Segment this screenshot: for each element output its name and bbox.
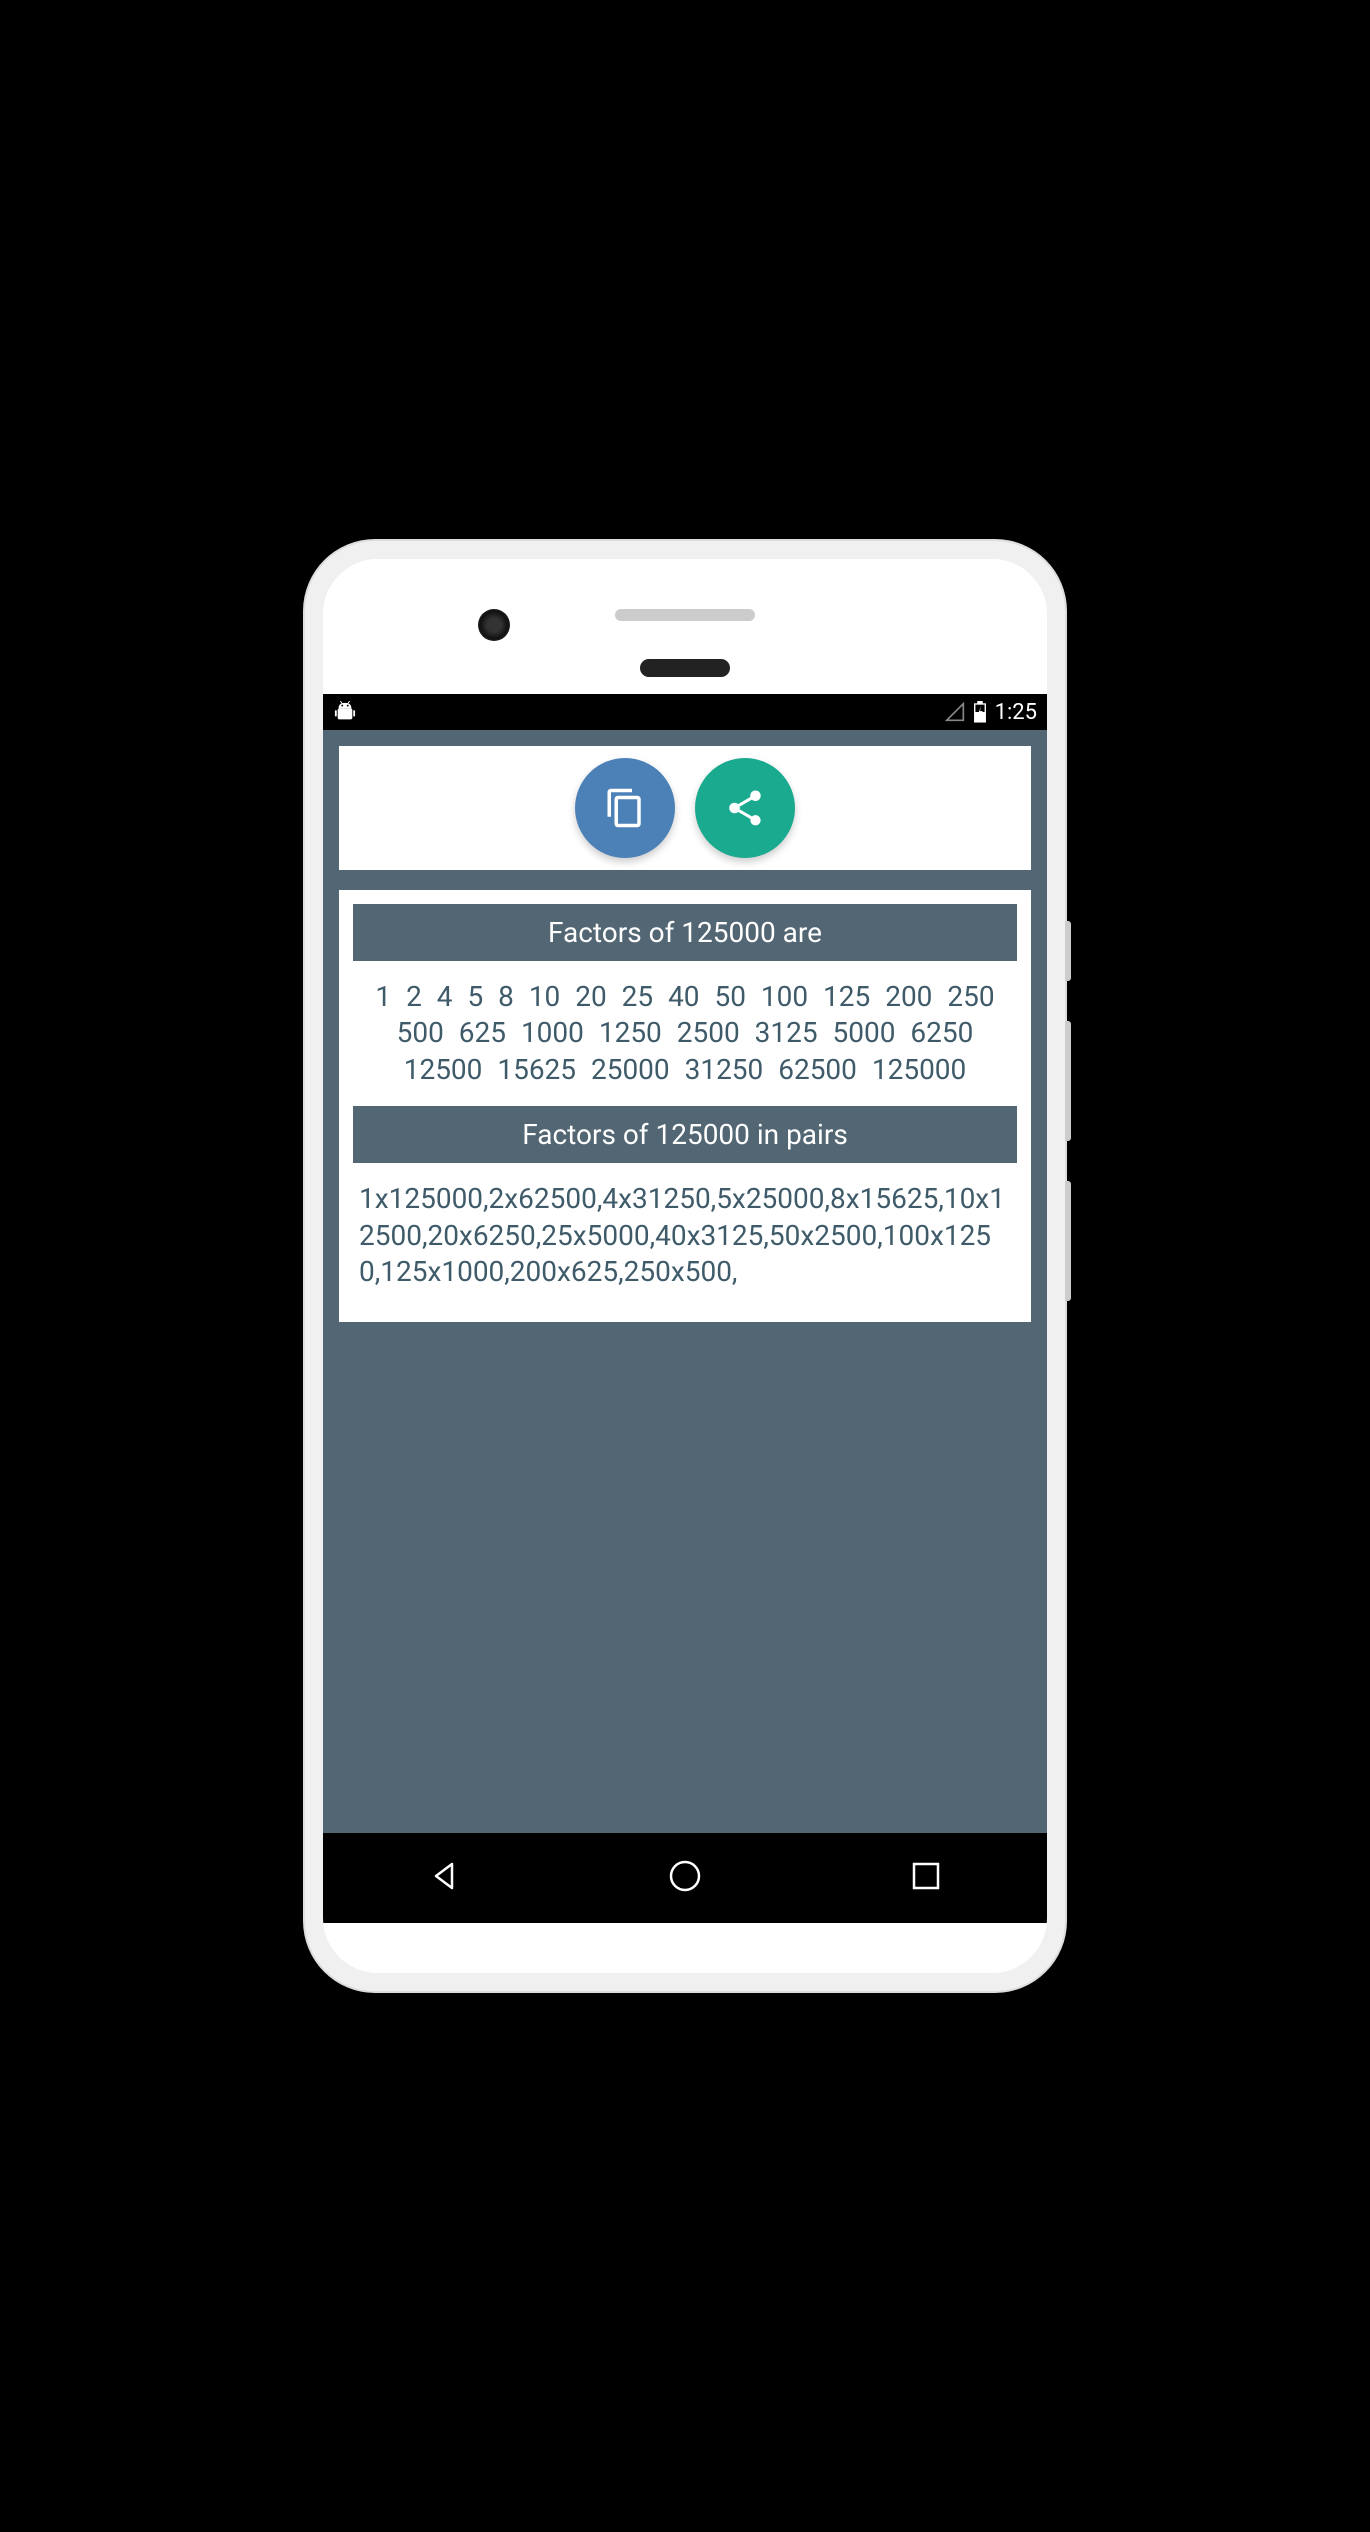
earpiece-icon	[640, 659, 730, 677]
home-icon	[665, 1856, 705, 1896]
status-time: 1:25	[995, 700, 1037, 725]
status-bar: 1:25	[323, 694, 1047, 730]
back-icon	[424, 1856, 464, 1896]
app-content: Factors of 125000 are 1 2 4 5 8 10 20 25…	[323, 730, 1047, 1833]
navigation-bar	[323, 1833, 1047, 1923]
signal-icon	[945, 702, 965, 722]
share-button[interactable]	[695, 758, 795, 858]
copy-icon	[604, 787, 646, 829]
pairs-header: Factors of 125000 in pairs	[353, 1106, 1017, 1163]
speaker-icon	[615, 609, 755, 621]
results-card: Factors of 125000 are 1 2 4 5 8 10 20 25…	[333, 884, 1037, 1328]
phone-bezel-bottom	[323, 1923, 1047, 1973]
home-button[interactable]	[665, 1856, 705, 1900]
pairs-list: 1x125000,2x62500,4x31250,5x25000,8x15625…	[353, 1163, 1017, 1308]
recent-button[interactable]	[906, 1856, 946, 1900]
phone-screen: 1:25 Factors of 125000 are 1 2	[323, 559, 1047, 1973]
camera-icon	[478, 609, 510, 641]
android-icon	[333, 701, 357, 723]
volume-down-button[interactable]	[1065, 1181, 1071, 1301]
factors-list: 1 2 4 5 8 10 20 25 40 50 100 125 200 250…	[353, 961, 1017, 1106]
volume-up-button[interactable]	[1065, 1021, 1071, 1141]
power-button[interactable]	[1065, 921, 1071, 981]
copy-button[interactable]	[575, 758, 675, 858]
phone-bezel-top	[323, 559, 1047, 694]
back-button[interactable]	[424, 1856, 464, 1900]
factors-header: Factors of 125000 are	[353, 904, 1017, 961]
recent-icon	[906, 1856, 946, 1896]
phone-frame: 1:25 Factors of 125000 are 1 2	[305, 541, 1065, 1991]
battery-charging-icon	[973, 701, 987, 723]
share-icon	[724, 787, 766, 829]
toolbar	[333, 740, 1037, 876]
